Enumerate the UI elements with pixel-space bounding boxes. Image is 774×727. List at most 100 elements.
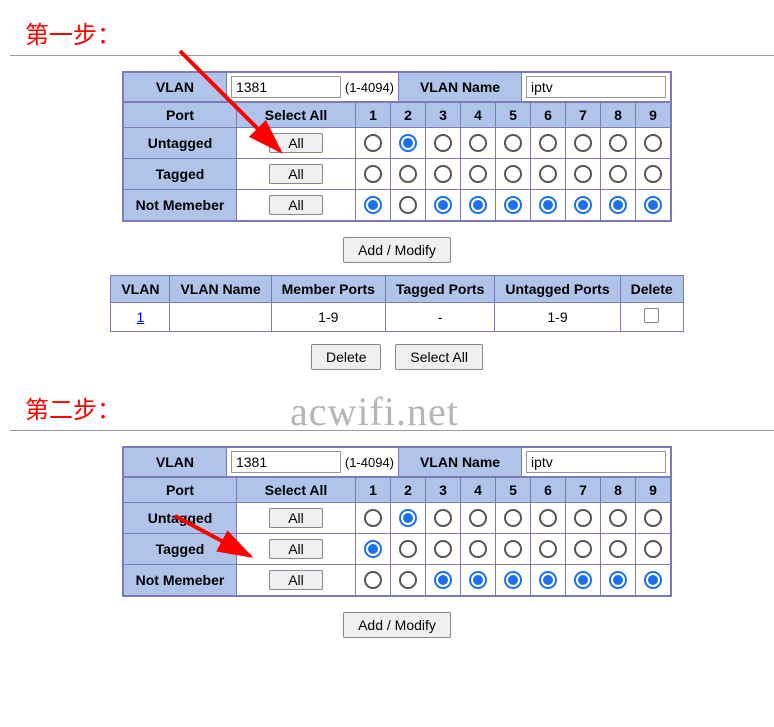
vlanname-label: VLAN Name xyxy=(399,448,522,477)
port-num: 5 xyxy=(496,103,531,128)
port-radio[interactable] xyxy=(399,509,417,527)
cell-delete xyxy=(620,303,683,332)
port-radio[interactable] xyxy=(399,571,417,589)
port-num: 4 xyxy=(461,478,496,503)
port-radio[interactable] xyxy=(539,540,557,558)
port-radio[interactable] xyxy=(504,196,522,214)
port-radio[interactable] xyxy=(609,509,627,527)
port-radio[interactable] xyxy=(574,571,592,589)
add-modify-button[interactable]: Add / Modify xyxy=(343,612,451,638)
vlan-label: VLAN xyxy=(123,73,226,102)
port-radio[interactable] xyxy=(644,165,662,183)
delete-checkbox[interactable] xyxy=(644,308,659,323)
all-button[interactable]: All xyxy=(269,133,323,153)
port-radio[interactable] xyxy=(504,165,522,183)
all-button[interactable]: All xyxy=(269,195,323,215)
col-vlanname: VLAN Name xyxy=(170,276,271,303)
port-radio[interactable] xyxy=(539,165,557,183)
port-radio[interactable] xyxy=(364,509,382,527)
vlan-input-table-1: VLAN (1-4094) VLAN Name xyxy=(123,72,671,102)
col-vlan: VLAN xyxy=(111,276,170,303)
port-radio[interactable] xyxy=(574,509,592,527)
col-untagged: Untagged Ports xyxy=(495,276,620,303)
port-radio[interactable] xyxy=(434,134,452,152)
port-radio[interactable] xyxy=(644,509,662,527)
cell-vlanname xyxy=(170,303,271,332)
vlan-range: (1-4094) xyxy=(345,455,394,470)
vlan-id-input[interactable] xyxy=(231,451,341,473)
vlan-list-table: VLAN VLAN Name Member Ports Tagged Ports… xyxy=(110,275,683,332)
port-num: 8 xyxy=(601,478,636,503)
vlan-label: VLAN xyxy=(123,448,226,477)
port-radio[interactable] xyxy=(364,571,382,589)
port-radio[interactable] xyxy=(434,165,452,183)
vlan-link[interactable]: 1 xyxy=(137,309,145,325)
port-radio[interactable] xyxy=(644,196,662,214)
port-radio[interactable] xyxy=(399,165,417,183)
port-radio[interactable] xyxy=(364,165,382,183)
port-radio[interactable] xyxy=(504,509,522,527)
port-num: 2 xyxy=(391,478,426,503)
divider xyxy=(10,55,774,56)
port-radio[interactable] xyxy=(644,571,662,589)
port-radio[interactable] xyxy=(609,540,627,558)
selectall-button[interactable]: Select All xyxy=(395,344,483,370)
port-num: 7 xyxy=(566,103,601,128)
vlan-name-input[interactable] xyxy=(526,451,666,473)
all-button[interactable]: All xyxy=(269,508,323,528)
step1-config-wrap: VLAN (1-4094) VLAN Name Port Select All … xyxy=(122,71,672,222)
all-button[interactable]: All xyxy=(269,164,323,184)
port-num: 3 xyxy=(426,103,461,128)
vlanname-label: VLAN Name xyxy=(399,73,522,102)
port-radio[interactable] xyxy=(469,134,487,152)
port-radio[interactable] xyxy=(434,509,452,527)
port-num: 2 xyxy=(391,103,426,128)
port-radio[interactable] xyxy=(574,196,592,214)
port-radio[interactable] xyxy=(504,571,522,589)
port-radio[interactable] xyxy=(609,134,627,152)
port-num: 6 xyxy=(531,478,566,503)
port-radio[interactable] xyxy=(399,134,417,152)
vlan-name-input[interactable] xyxy=(526,76,666,98)
port-radio[interactable] xyxy=(469,540,487,558)
port-table-1: Port Select All 1 2 3 4 5 6 7 8 9 Untagg… xyxy=(123,102,671,221)
port-radio[interactable] xyxy=(364,134,382,152)
port-radio[interactable] xyxy=(469,509,487,527)
cell-member: 1-9 xyxy=(271,303,385,332)
port-radio[interactable] xyxy=(434,571,452,589)
port-radio[interactable] xyxy=(434,540,452,558)
col-tagged: Tagged Ports xyxy=(385,276,494,303)
port-radio[interactable] xyxy=(609,571,627,589)
port-num: 1 xyxy=(356,478,391,503)
row-label-notmemeber: Not Memeber xyxy=(123,190,236,221)
port-radio[interactable] xyxy=(469,165,487,183)
port-radio[interactable] xyxy=(469,571,487,589)
all-button[interactable]: All xyxy=(269,570,323,590)
port-radio[interactable] xyxy=(644,134,662,152)
port-radio[interactable] xyxy=(539,196,557,214)
step2-config-wrap: VLAN (1-4094) VLAN Name Port Select All … xyxy=(122,446,672,597)
port-header: Port xyxy=(123,478,236,503)
port-radio[interactable] xyxy=(539,134,557,152)
port-radio[interactable] xyxy=(539,509,557,527)
port-radio[interactable] xyxy=(574,134,592,152)
port-radio[interactable] xyxy=(504,540,522,558)
delete-button[interactable]: Delete xyxy=(311,344,381,370)
port-radio[interactable] xyxy=(644,540,662,558)
port-radio[interactable] xyxy=(574,540,592,558)
port-radio[interactable] xyxy=(364,540,382,558)
port-radio[interactable] xyxy=(364,196,382,214)
port-radio[interactable] xyxy=(609,196,627,214)
port-radio[interactable] xyxy=(469,196,487,214)
port-radio[interactable] xyxy=(434,196,452,214)
divider xyxy=(10,430,774,431)
port-radio[interactable] xyxy=(574,165,592,183)
all-button[interactable]: All xyxy=(269,539,323,559)
port-radio[interactable] xyxy=(504,134,522,152)
port-radio[interactable] xyxy=(609,165,627,183)
port-radio[interactable] xyxy=(539,571,557,589)
add-modify-button[interactable]: Add / Modify xyxy=(343,237,451,263)
port-radio[interactable] xyxy=(399,540,417,558)
port-radio[interactable] xyxy=(399,196,417,214)
vlan-id-input[interactable] xyxy=(231,76,341,98)
